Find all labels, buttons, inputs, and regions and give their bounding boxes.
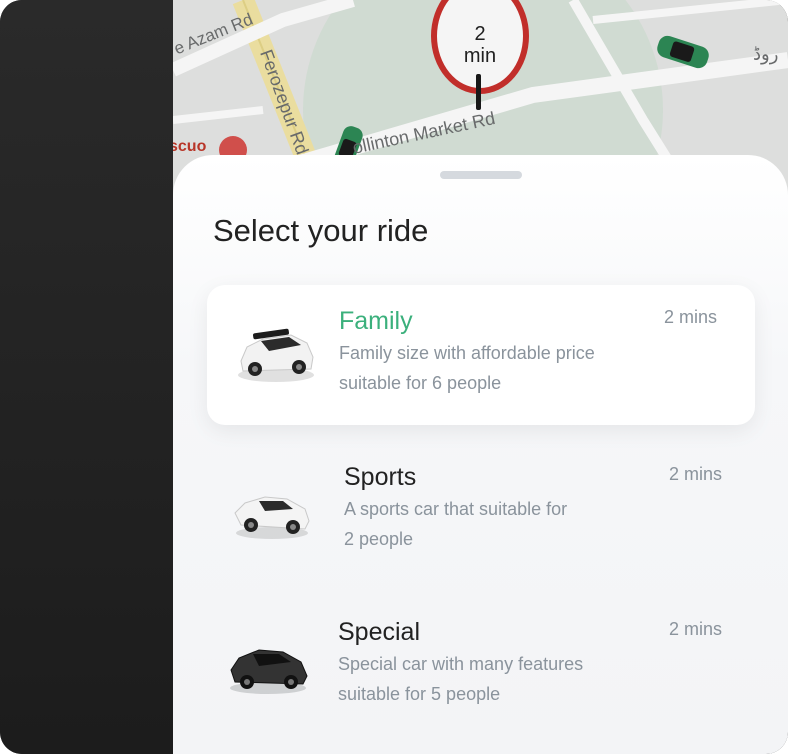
ride-option-sports[interactable]: Sports A sports car that suitable for 2 … [207,445,755,585]
ride-eta: 2 mins [664,307,718,327]
ride-eta: 2 mins [669,619,723,639]
ride-desc-line1: A sports car that suitable for [344,499,568,519]
special-car-icon [230,649,308,694]
ride-option-special[interactable]: Special Special car with many features s… [207,600,755,740]
sheet-title: Select your ride [213,213,429,248]
side-panel [0,0,173,754]
ride-desc-line2: 2 people [344,529,414,549]
ride-description: Family size with affordable price suitab… [339,338,639,398]
ride-desc-line2: suitable for 5 people [338,684,501,704]
ride-name: Family [339,307,413,335]
ride-eta: 2 mins [669,464,723,484]
ride-desc-line1: Special car with many features [338,654,584,674]
ride-name: Special [338,618,420,646]
ride-description: A sports car that suitable for 2 people [344,494,644,554]
ride-option-family[interactable]: Family Family size with affordable price… [207,285,755,425]
ride-description: Special car with many features suitable … [338,649,638,709]
sports-car-icon [234,496,310,539]
sheet-drag-handle[interactable] [440,171,522,179]
app-frame: e Azam Rd Ferozepur Rd ollinton Market R… [0,0,788,754]
ride-selection-sheet: Select your ride Family Family size with… [173,155,788,754]
ride-desc-line2: suitable for 6 people [339,373,502,393]
ride-name: Sports [344,463,417,491]
ride-desc-line1: Family size with affordable price [339,343,595,363]
family-car-icon [238,328,314,382]
